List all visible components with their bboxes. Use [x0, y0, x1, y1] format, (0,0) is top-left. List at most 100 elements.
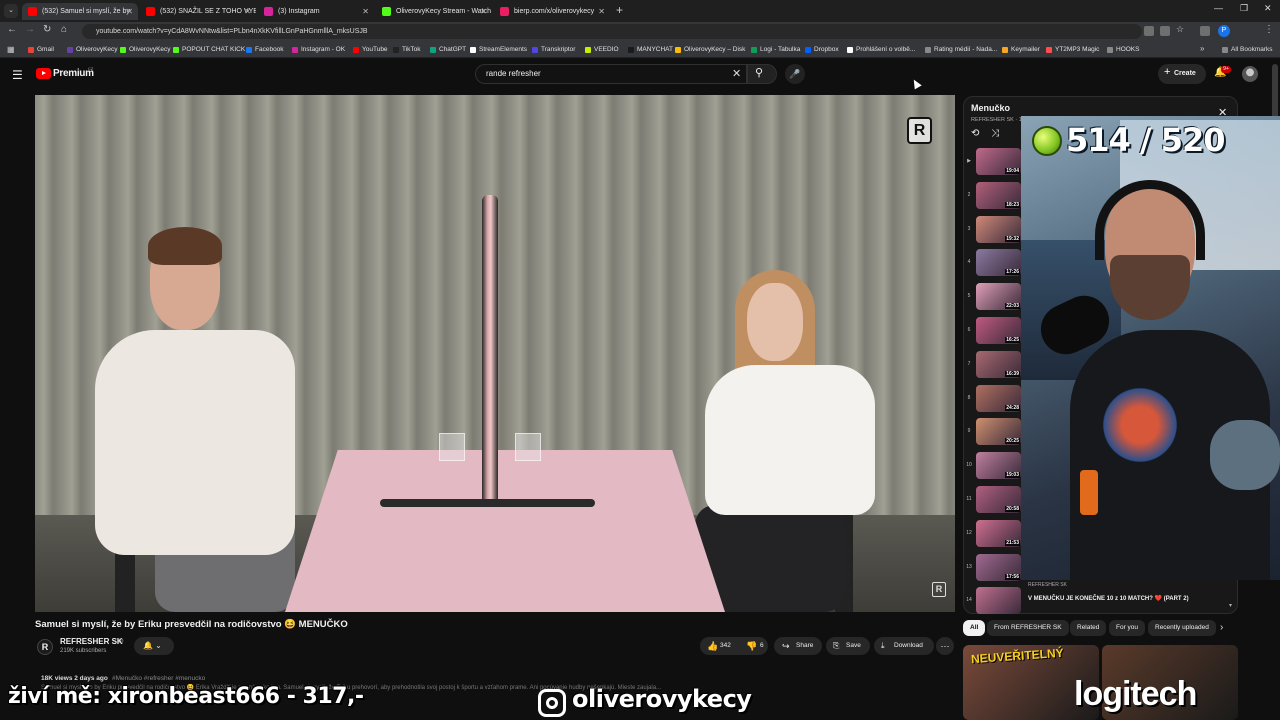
playlist-item-thumbnail[interactable]: 18:23: [976, 181, 1021, 209]
subscribed-bell-button[interactable]: 🔔 ⌄: [134, 637, 174, 655]
bookmark-star-icon[interactable]: ☆: [1176, 24, 1186, 34]
close-tab-icon[interactable]: ✕: [480, 3, 487, 20]
playlist-scroll-down-icon[interactable]: ▾: [1229, 602, 1232, 609]
bookmark-item[interactable]: TikTok: [393, 44, 421, 56]
channel-watermark-button[interactable]: R: [932, 582, 946, 597]
tab-search-button[interactable]: ⌄: [4, 4, 18, 18]
bookmark-item[interactable]: HOOKS: [1107, 44, 1139, 56]
playlist-item-thumbnail[interactable]: 22:03: [976, 283, 1021, 311]
all-bookmarks-folder[interactable]: All Bookmarks: [1222, 44, 1273, 56]
reload-icon[interactable]: ↻: [43, 24, 51, 35]
more-bookmarks-icon[interactable]: »: [1200, 44, 1204, 53]
bookmark-favicon-icon: [1046, 47, 1052, 53]
filter-chip[interactable]: From REFRESHER SK: [987, 620, 1069, 636]
bookmark-item[interactable]: OliverovyKecy: [120, 44, 171, 56]
playlist-item-thumbnail[interactable]: 19:04: [976, 148, 1021, 175]
filter-chip[interactable]: All: [963, 620, 986, 636]
bookmark-item[interactable]: POPOUT CHAT KICK: [173, 44, 245, 56]
playlist-item-thumbnail[interactable]: [976, 587, 1021, 615]
browser-tab[interactable]: OliverovyKecy Stream - Watch ✕: [376, 3, 492, 20]
browser-profile-avatar[interactable]: P: [1218, 25, 1230, 37]
bookmark-item[interactable]: Keymailer: [1002, 44, 1040, 56]
clear-search-icon[interactable]: ✕: [732, 67, 741, 80]
bookmark-item[interactable]: Dropbox: [805, 44, 839, 56]
browser-tab[interactable]: (532) Samuel si myslí, že by ✕: [22, 3, 138, 20]
playlist-item-thumbnail[interactable]: 20:25: [976, 418, 1021, 446]
bookmark-item[interactable]: Instagram - OK: [292, 44, 345, 56]
video-player[interactable]: R R: [35, 95, 955, 612]
bookmark-item[interactable]: Gmail: [28, 44, 54, 56]
cast-icon[interactable]: [1160, 26, 1170, 36]
filter-chip[interactable]: Related: [1070, 620, 1107, 636]
shuffle-icon[interactable]: ⤨: [991, 128, 999, 139]
bookmark-item[interactable]: Rating médií - Nada...: [925, 44, 997, 56]
bookmark-item[interactable]: ChatGPT: [430, 44, 466, 56]
playlist-item-thumbnail[interactable]: 20:58: [976, 486, 1021, 513]
youtube-logo-icon[interactable]: [36, 68, 51, 79]
bookmark-item[interactable]: Logi - Tabulka: [751, 44, 800, 56]
bookmark-item[interactable]: Prohlášení o volbě...: [847, 44, 915, 56]
bookmark-item[interactable]: YouTube: [353, 44, 388, 56]
channel-avatar[interactable]: R: [37, 639, 53, 655]
save-button[interactable]: ⎘ Save: [826, 637, 870, 655]
download-button[interactable]: ⤓ Download: [874, 637, 934, 655]
new-tab-button[interactable]: +: [616, 3, 623, 17]
maximize-icon[interactable]: ❐: [1240, 3, 1248, 14]
browser-tab[interactable]: bierp.com/x/oliverovykecy ✕: [494, 3, 610, 20]
account-avatar[interactable]: [1242, 66, 1258, 82]
bookmark-item[interactable]: StreamElements: [470, 44, 527, 56]
search-input[interactable]: rande refresher: [475, 64, 747, 84]
filter-chip[interactable]: Recently uploaded: [1148, 620, 1216, 636]
playlist-item-thumbnail[interactable]: 19:32: [976, 215, 1021, 243]
playlist-item-thumbnail[interactable]: 24:28: [976, 384, 1021, 412]
menu-icon[interactable]: ☰: [12, 68, 23, 82]
chips-next-icon[interactable]: ›: [1220, 622, 1223, 633]
close-tab-icon[interactable]: ✕: [244, 3, 251, 20]
playlist-item-thumbnail[interactable]: 16:39: [976, 350, 1021, 378]
like-count[interactable]: 342: [720, 637, 731, 655]
bookmark-item[interactable]: Facebook: [246, 44, 284, 56]
playlist-item-thumbnail[interactable]: 21:53: [976, 519, 1021, 547]
bookmark-item[interactable]: VEEDIO: [585, 44, 619, 56]
playlist-item-thumbnail[interactable]: 19:03: [976, 452, 1021, 480]
home-icon[interactable]: ⌂: [61, 24, 67, 35]
extensions-icon[interactable]: [1200, 26, 1210, 36]
bookmark-item[interactable]: OliverovyKecy: [67, 44, 118, 56]
bookmark-item[interactable]: YT2MP3 Magic: [1046, 44, 1099, 56]
playlist-item-index: 6: [967, 327, 971, 333]
like-icon[interactable]: 👍: [707, 637, 718, 655]
playlist-item-thumbnail[interactable]: 16:25: [976, 317, 1021, 344]
forward-icon[interactable]: →: [25, 24, 35, 35]
filter-chip[interactable]: For you: [1109, 620, 1146, 636]
playlist-title[interactable]: Menučko: [971, 103, 1010, 113]
bookmark-favicon-icon: [67, 47, 73, 53]
page-scrollbar[interactable]: [1272, 64, 1278, 124]
close-tab-icon[interactable]: ✕: [598, 3, 605, 20]
playlist-item-thumbnail[interactable]: 17:26: [976, 249, 1021, 277]
bookmark-item[interactable]: Transkriptor: [532, 44, 575, 56]
dislike-icon[interactable]: 👎: [746, 637, 757, 655]
close-window-icon[interactable]: ✕: [1264, 3, 1272, 14]
playlist-item-thumbnail[interactable]: 17:56: [976, 553, 1021, 581]
channel-name[interactable]: REFRESHER SK: [60, 637, 123, 646]
voice-search-icon[interactable]: 🎤: [785, 64, 805, 84]
hashtags[interactable]: #Menučko #refresher #menucko: [112, 675, 205, 682]
bookmark-item[interactable]: OliverovyKecy – Disk: [675, 44, 745, 56]
loop-icon[interactable]: ⟲: [971, 128, 979, 139]
bookmark-label: OliverovyKecy: [76, 46, 118, 53]
browser-tab[interactable]: (3) Instagram ✕: [258, 3, 374, 20]
dislike-count[interactable]: 6: [760, 637, 764, 655]
back-icon[interactable]: ←: [7, 24, 17, 35]
translate-icon[interactable]: [1144, 26, 1154, 36]
minimize-icon[interactable]: —: [1214, 3, 1223, 13]
share-button[interactable]: ↪ Share: [774, 637, 822, 655]
close-tab-icon[interactable]: ✕: [126, 3, 133, 20]
browser-menu-icon[interactable]: ⋮: [1264, 24, 1274, 35]
bookmark-item[interactable]: MANYCHAT: [628, 44, 673, 56]
playlist-item-title[interactable]: V MENUČKU JE KONEČNE 10 z 10 MATCH? ❤️ (…: [1028, 595, 1208, 603]
more-actions-icon[interactable]: ⋯: [936, 637, 954, 655]
url-bar[interactable]: youtube.com/watch?v=yCdA8WvNNtw&list=PLb…: [82, 24, 1142, 39]
apps-grid-icon[interactable]: ▦: [7, 45, 15, 54]
close-tab-icon[interactable]: ✕: [362, 3, 369, 20]
browser-tab[interactable]: (532) SNAŽIL SE Z TOHO VYB ✕: [140, 3, 256, 20]
